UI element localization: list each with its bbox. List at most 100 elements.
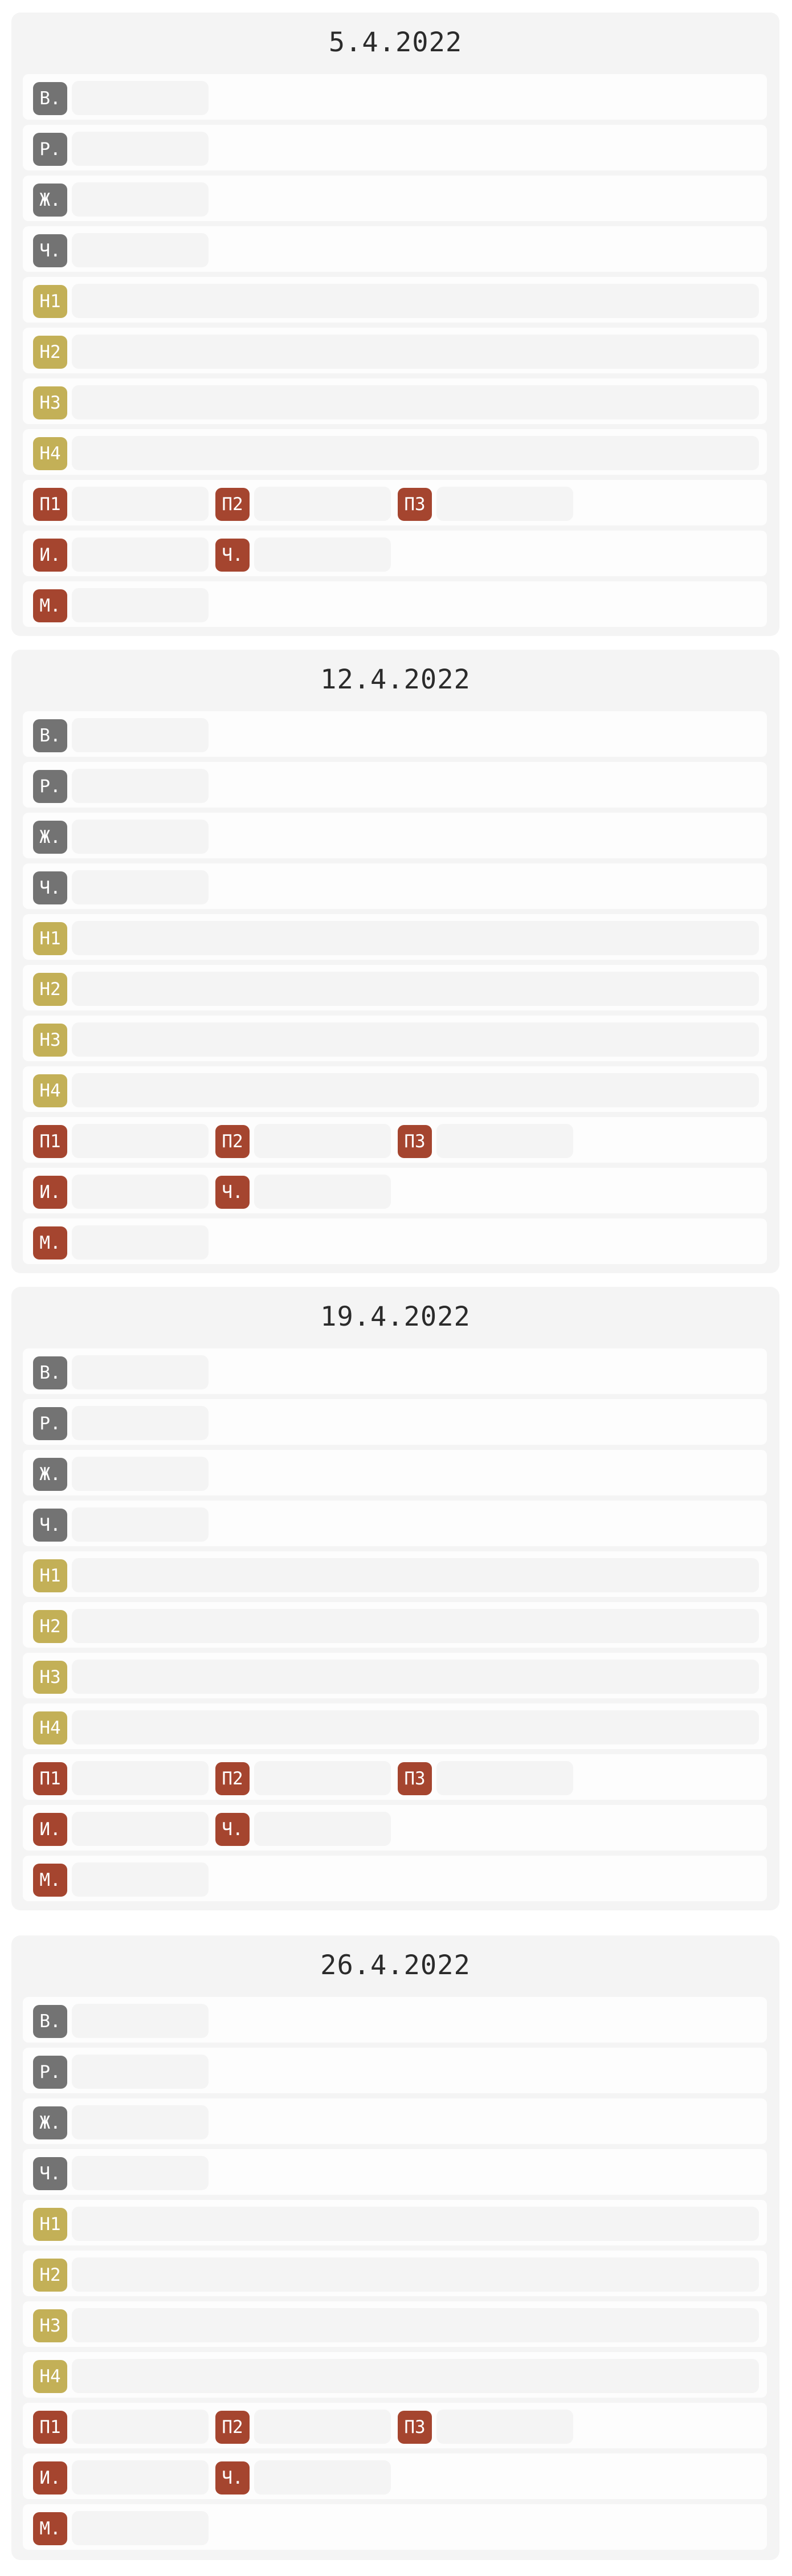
entry-input[interactable] [72, 182, 209, 217]
entry-input[interactable] [72, 487, 209, 521]
entry-row: В. [23, 1997, 767, 2043]
entry-input[interactable] [72, 972, 759, 1006]
entry-input[interactable] [72, 1761, 209, 1795]
entry-badge: П2 [215, 1125, 250, 1158]
entry-row: Н2 [23, 328, 767, 373]
entry-input[interactable] [436, 1761, 573, 1795]
entry-input[interactable] [72, 1175, 209, 1209]
entry-row: Р. [23, 2048, 767, 2093]
entry-row: Ч. [23, 863, 767, 909]
entry-input[interactable] [72, 81, 209, 115]
entry-input[interactable] [72, 588, 209, 622]
entry-input[interactable] [72, 1355, 209, 1389]
entry-input[interactable] [72, 2359, 759, 2393]
entry-input[interactable] [72, 1124, 209, 1158]
entry-row: Р. [23, 762, 767, 808]
entry-input[interactable] [72, 1457, 209, 1491]
entry-input[interactable] [254, 537, 391, 572]
entry-badge: М. [33, 2512, 67, 2545]
entry-badge: Н4 [33, 1711, 67, 1744]
entry-input[interactable] [72, 2004, 209, 2038]
entry-input[interactable] [72, 1225, 209, 1260]
week-panel: 19.4.2022 В. Р. Ж. Ч. Н1 Н2 Н3 Н4 П1 П2 П3 И. Ч. М. [11, 1287, 779, 1910]
entry-badge: Р. [33, 1407, 67, 1440]
entry-input[interactable] [436, 487, 573, 521]
entry-row: Н2 [23, 2251, 767, 2296]
entry-badge: Н3 [33, 386, 67, 419]
entry-input[interactable] [72, 1022, 759, 1057]
entry-input[interactable] [72, 820, 209, 854]
entry-row: Н4 [23, 429, 767, 475]
entry-input[interactable] [72, 769, 209, 803]
entry-row: И. Ч. [23, 1168, 767, 1213]
entry-input[interactable] [72, 2105, 209, 2139]
entry-row: М. [23, 2504, 767, 2550]
entry-input[interactable] [72, 385, 759, 419]
entry-badge: В. [33, 719, 67, 752]
entry-input[interactable] [254, 1761, 391, 1795]
entry-input[interactable] [72, 2207, 759, 2241]
entry-badge: П1 [33, 1125, 67, 1158]
entry-badge: Н2 [33, 1610, 67, 1643]
entry-badge: И. [33, 1176, 67, 1209]
entry-row: Н1 [23, 1551, 767, 1597]
entry-badge: Н2 [33, 2259, 67, 2292]
entry-input[interactable] [254, 2460, 391, 2495]
entry-input[interactable] [72, 1073, 759, 1107]
entry-input[interactable] [72, 2257, 759, 2292]
entry-badge: Р. [33, 2056, 67, 2089]
entry-input[interactable] [72, 2055, 209, 2089]
entry-input[interactable] [72, 2511, 209, 2545]
entry-badge: Ж. [33, 2106, 67, 2139]
entry-input[interactable] [72, 921, 759, 955]
entry-input[interactable] [72, 1406, 209, 1440]
entry-input[interactable] [72, 1660, 759, 1694]
entry-input[interactable] [72, 284, 759, 318]
entry-input[interactable] [72, 2156, 209, 2190]
entry-input[interactable] [72, 1862, 209, 1897]
entry-badge: И. [33, 2461, 67, 2495]
week-date: 19.4.2022 [320, 1301, 471, 1332]
week-date: 26.4.2022 [320, 1950, 471, 1981]
entry-input[interactable] [72, 1710, 759, 1744]
entry-row: И. Ч. [23, 2453, 767, 2499]
entry-input[interactable] [72, 718, 209, 752]
entry-input[interactable] [72, 1609, 759, 1643]
entry-input[interactable] [254, 1812, 391, 1846]
entry-input[interactable] [72, 436, 759, 470]
entry-badge: Н2 [33, 973, 67, 1006]
entry-badge: Р. [33, 770, 67, 803]
entry-input[interactable] [72, 1507, 209, 1542]
entry-badge: П3 [398, 1762, 432, 1795]
entry-row: Ж. [23, 1450, 767, 1495]
entry-input[interactable] [72, 870, 209, 904]
entry-input[interactable] [72, 233, 209, 267]
entry-input[interactable] [72, 2460, 209, 2495]
entry-input[interactable] [436, 1124, 573, 1158]
entry-input[interactable] [254, 487, 391, 521]
entry-badge: П2 [215, 1762, 250, 1795]
entry-input[interactable] [72, 2308, 759, 2342]
entry-input[interactable] [72, 537, 209, 572]
entry-row: Н3 [23, 378, 767, 424]
entry-badge: Ч. [33, 234, 67, 267]
entry-input[interactable] [254, 1175, 391, 1209]
entry-badge: П1 [33, 2411, 67, 2444]
entry-row: В. [23, 1348, 767, 1394]
entry-input[interactable] [72, 2410, 209, 2444]
entry-badge: Н4 [33, 2360, 67, 2393]
week-date: 5.4.2022 [328, 27, 463, 58]
entry-input[interactable] [254, 1124, 391, 1158]
entry-badge: Н1 [33, 1559, 67, 1592]
entry-badge: М. [33, 589, 67, 622]
entry-row: В. [23, 711, 767, 757]
entry-input[interactable] [72, 335, 759, 369]
entry-row: Н1 [23, 277, 767, 323]
entry-row: Ч. [23, 2149, 767, 2195]
entry-badge: Н2 [33, 336, 67, 369]
entry-input[interactable] [72, 1558, 759, 1592]
entry-input[interactable] [72, 132, 209, 166]
entry-input[interactable] [436, 2410, 573, 2444]
entry-input[interactable] [72, 1812, 209, 1846]
entry-input[interactable] [254, 2410, 391, 2444]
